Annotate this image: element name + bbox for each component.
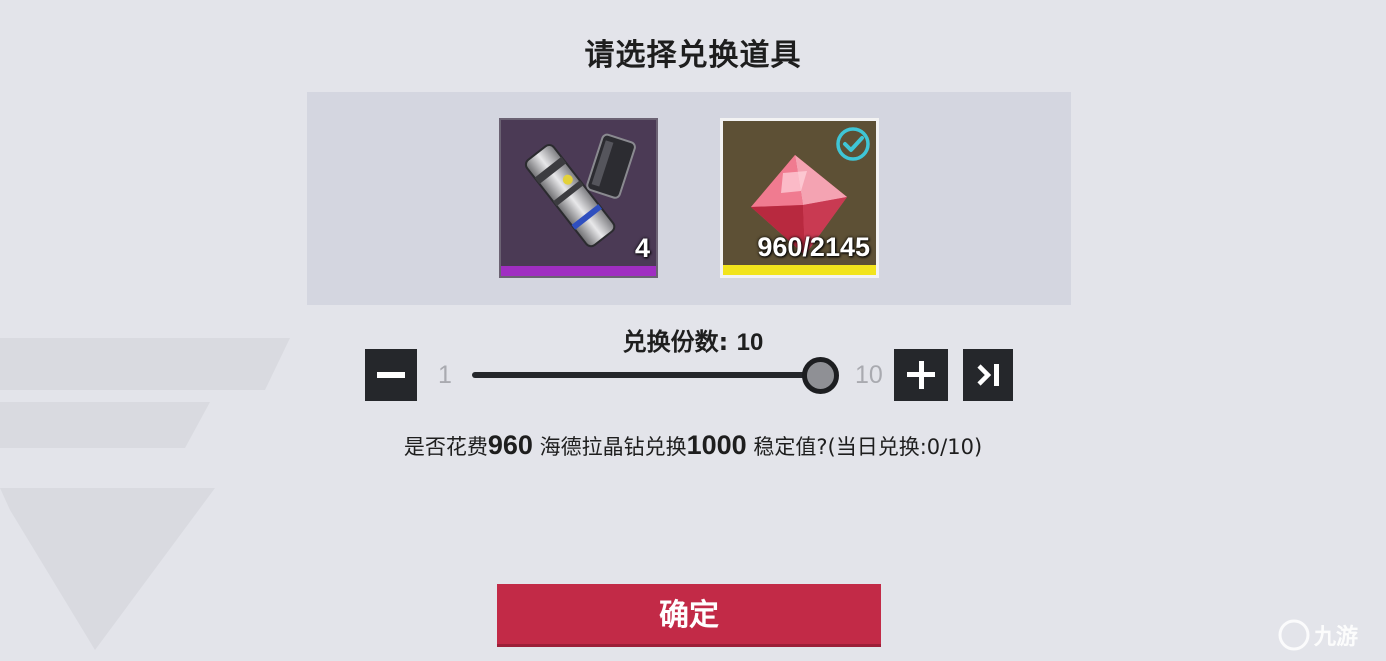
minus-icon [377,372,405,378]
item-count: 960/2145 [757,232,870,262]
skip-to-max-icon [977,364,999,386]
cost-value: 960 [487,430,533,460]
watermark-text: 九游 [1313,624,1358,650]
plus-icon [907,361,935,389]
currency-label: 海德拉晶钻兑换 [539,435,687,459]
increase-button[interactable] [894,349,948,401]
slider-min-label: 1 [438,361,452,389]
dialog-title: 请选择兑换道具 [584,38,802,73]
exchange-item-cartridge[interactable]: 4 [499,118,658,278]
exchange-item-crystal-diamond[interactable]: 960/2145 [720,118,879,278]
max-quantity-button[interactable] [963,349,1013,401]
quantity-label-text: 兑换份数: [622,328,729,356]
amount-value: 1000 [686,430,747,460]
quantity-slider-track[interactable] [472,372,820,378]
decrease-button[interactable] [365,349,417,401]
quantity-label: 兑换份数: 10 [0,322,1386,357]
slider-max-label: 10 [855,361,883,389]
selected-check-icon [836,127,870,161]
confirm-button[interactable]: 确定 [497,584,881,647]
confirm-suffix: 稳定值?(当日兑换:0/10) [753,435,983,459]
rarity-bar [723,265,876,275]
item-count: 4 [634,233,650,263]
item-selection-panel [307,92,1071,305]
quantity-slider-thumb[interactable] [801,357,839,394]
watermark: 九游 [1278,615,1378,655]
cartridge-item-icon [524,133,636,248]
quantity-value: 10 [736,329,764,356]
confirm-prefix: 是否花费 [403,435,488,459]
exchange-confirm-message: 是否花费960 海德拉晶钻兑换1000 稳定值?(当日兑换:0/10) [0,430,1386,461]
background-logo [0,338,290,650]
rarity-bar [501,266,656,276]
